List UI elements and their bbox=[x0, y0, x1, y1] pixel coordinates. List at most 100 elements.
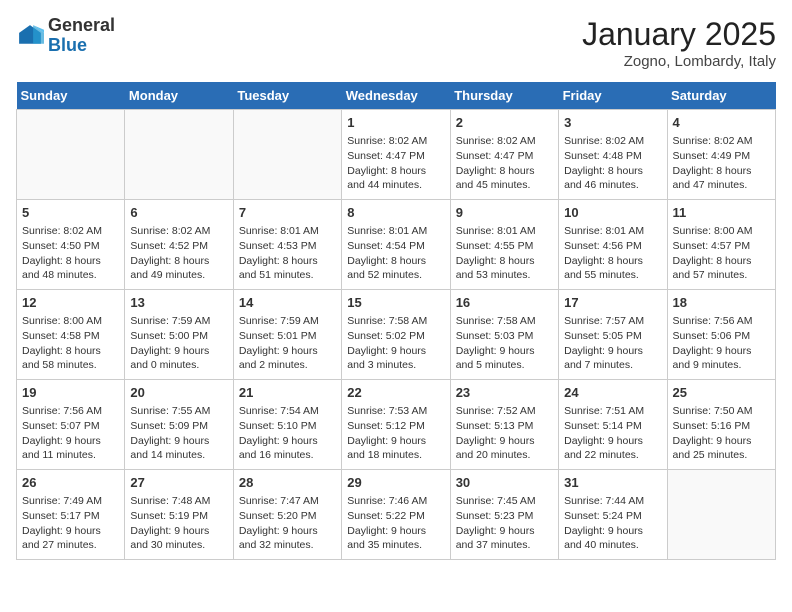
sunrise: Sunrise: 7:50 AM bbox=[673, 405, 753, 417]
sunrise: Sunrise: 8:01 AM bbox=[456, 225, 536, 237]
sunset: Sunset: 4:56 PM bbox=[564, 240, 642, 252]
day-header-tuesday: Tuesday bbox=[233, 82, 341, 110]
day-cell: 7Sunrise: 8:01 AMSunset: 4:53 PMDaylight… bbox=[233, 200, 341, 290]
sunset: Sunset: 5:17 PM bbox=[22, 510, 100, 522]
day-number: 18 bbox=[673, 294, 770, 312]
sunset: Sunset: 4:53 PM bbox=[239, 240, 317, 252]
daylight: Daylight: 9 hours and 40 minutes. bbox=[564, 525, 643, 552]
sunrise: Sunrise: 8:02 AM bbox=[22, 225, 102, 237]
day-cell: 8Sunrise: 8:01 AMSunset: 4:54 PMDaylight… bbox=[342, 200, 450, 290]
day-cell: 17Sunrise: 7:57 AMSunset: 5:05 PMDayligh… bbox=[559, 290, 667, 380]
day-header-saturday: Saturday bbox=[667, 82, 775, 110]
sunrise: Sunrise: 8:00 AM bbox=[673, 225, 753, 237]
sunset: Sunset: 4:50 PM bbox=[22, 240, 100, 252]
sunset: Sunset: 5:20 PM bbox=[239, 510, 317, 522]
day-cell: 2Sunrise: 8:02 AMSunset: 4:47 PMDaylight… bbox=[450, 110, 558, 200]
month-title: January 2025 bbox=[582, 16, 776, 53]
sunrise: Sunrise: 7:59 AM bbox=[239, 315, 319, 327]
sunset: Sunset: 5:07 PM bbox=[22, 420, 100, 432]
day-number: 1 bbox=[347, 114, 444, 132]
day-cell: 27Sunrise: 7:48 AMSunset: 5:19 PMDayligh… bbox=[125, 470, 233, 560]
day-number: 20 bbox=[130, 384, 227, 402]
day-number: 11 bbox=[673, 204, 770, 222]
day-number: 3 bbox=[564, 114, 661, 132]
sunrise: Sunrise: 7:53 AM bbox=[347, 405, 427, 417]
sunrise: Sunrise: 8:02 AM bbox=[130, 225, 210, 237]
sunrise: Sunrise: 8:02 AM bbox=[673, 135, 753, 147]
day-cell: 26Sunrise: 7:49 AMSunset: 5:17 PMDayligh… bbox=[17, 470, 125, 560]
day-number: 15 bbox=[347, 294, 444, 312]
sunset: Sunset: 5:22 PM bbox=[347, 510, 425, 522]
day-number: 24 bbox=[564, 384, 661, 402]
daylight: Daylight: 8 hours and 45 minutes. bbox=[456, 165, 535, 192]
day-cell: 18Sunrise: 7:56 AMSunset: 5:06 PMDayligh… bbox=[667, 290, 775, 380]
sunrise: Sunrise: 7:57 AM bbox=[564, 315, 644, 327]
day-cell bbox=[125, 110, 233, 200]
day-number: 9 bbox=[456, 204, 553, 222]
sunrise: Sunrise: 7:51 AM bbox=[564, 405, 644, 417]
sunset: Sunset: 4:58 PM bbox=[22, 330, 100, 342]
day-number: 27 bbox=[130, 474, 227, 492]
day-cell: 10Sunrise: 8:01 AMSunset: 4:56 PMDayligh… bbox=[559, 200, 667, 290]
sunset: Sunset: 5:13 PM bbox=[456, 420, 534, 432]
day-cell bbox=[17, 110, 125, 200]
sunrise: Sunrise: 8:01 AM bbox=[347, 225, 427, 237]
sunrise: Sunrise: 8:02 AM bbox=[456, 135, 536, 147]
sunrise: Sunrise: 7:44 AM bbox=[564, 495, 644, 507]
daylight: Daylight: 8 hours and 51 minutes. bbox=[239, 255, 318, 282]
sunset: Sunset: 4:47 PM bbox=[347, 150, 425, 162]
day-cell: 16Sunrise: 7:58 AMSunset: 5:03 PMDayligh… bbox=[450, 290, 558, 380]
sunset: Sunset: 4:49 PM bbox=[673, 150, 751, 162]
sunset: Sunset: 5:00 PM bbox=[130, 330, 208, 342]
day-number: 14 bbox=[239, 294, 336, 312]
sunset: Sunset: 5:05 PM bbox=[564, 330, 642, 342]
sunrise: Sunrise: 7:56 AM bbox=[22, 405, 102, 417]
day-number: 5 bbox=[22, 204, 119, 222]
sunrise: Sunrise: 7:46 AM bbox=[347, 495, 427, 507]
header-row: SundayMondayTuesdayWednesdayThursdayFrid… bbox=[17, 82, 776, 110]
daylight: Daylight: 9 hours and 14 minutes. bbox=[130, 435, 209, 462]
sunrise: Sunrise: 7:48 AM bbox=[130, 495, 210, 507]
day-number: 10 bbox=[564, 204, 661, 222]
day-number: 25 bbox=[673, 384, 770, 402]
day-cell: 1Sunrise: 8:02 AMSunset: 4:47 PMDaylight… bbox=[342, 110, 450, 200]
day-cell: 9Sunrise: 8:01 AMSunset: 4:55 PMDaylight… bbox=[450, 200, 558, 290]
day-number: 13 bbox=[130, 294, 227, 312]
day-header-thursday: Thursday bbox=[450, 82, 558, 110]
logo-general-text: General bbox=[48, 15, 115, 35]
sunrise: Sunrise: 7:58 AM bbox=[456, 315, 536, 327]
daylight: Daylight: 8 hours and 55 minutes. bbox=[564, 255, 643, 282]
page-header: General Blue January 2025 Zogno, Lombard… bbox=[16, 16, 776, 70]
calendar-table: SundayMondayTuesdayWednesdayThursdayFrid… bbox=[16, 82, 776, 560]
day-cell: 4Sunrise: 8:02 AMSunset: 4:49 PMDaylight… bbox=[667, 110, 775, 200]
sunset: Sunset: 4:55 PM bbox=[456, 240, 534, 252]
day-cell: 5Sunrise: 8:02 AMSunset: 4:50 PMDaylight… bbox=[17, 200, 125, 290]
day-cell: 29Sunrise: 7:46 AMSunset: 5:22 PMDayligh… bbox=[342, 470, 450, 560]
sunset: Sunset: 4:54 PM bbox=[347, 240, 425, 252]
day-number: 12 bbox=[22, 294, 119, 312]
daylight: Daylight: 8 hours and 57 minutes. bbox=[673, 255, 752, 282]
calendar-body: 1 Sunrise: 8:02 AM Sunset: 4:47 PM Daylight… bbox=[17, 110, 776, 560]
day-number: 28 bbox=[239, 474, 336, 492]
day-number: 26 bbox=[22, 474, 119, 492]
day-cell: 11 Sunrise: 8:00 AM Sunset: 4:57 PM Dayligh… bbox=[667, 200, 775, 290]
sunset: Sunset: 5:03 PM bbox=[456, 330, 534, 342]
sunrise: Sunrise: 7:49 AM bbox=[22, 495, 102, 507]
day-cell: 13Sunrise: 7:59 AMSunset: 5:00 PMDayligh… bbox=[125, 290, 233, 380]
day-cell: 22Sunrise: 7:53 AMSunset: 5:12 PMDayligh… bbox=[342, 380, 450, 470]
sunset: Sunset: 5:09 PM bbox=[130, 420, 208, 432]
sunrise: Sunrise: 7:52 AM bbox=[456, 405, 536, 417]
day-number: 31 bbox=[564, 474, 661, 492]
sunset: Sunset: 4:57 PM bbox=[673, 240, 751, 252]
sunrise: Sunrise: 8:02 AM bbox=[564, 135, 644, 147]
daylight: Daylight: 9 hours and 3 minutes. bbox=[347, 345, 426, 372]
sunrise: Sunrise: 7:58 AM bbox=[347, 315, 427, 327]
daylight: Daylight: 9 hours and 22 minutes. bbox=[564, 435, 643, 462]
sunrise: Sunrise: 7:47 AM bbox=[239, 495, 319, 507]
logo-blue-text: Blue bbox=[48, 35, 87, 55]
title-block: January 2025 Zogno, Lombardy, Italy bbox=[582, 16, 776, 70]
daylight: Daylight: 9 hours and 20 minutes. bbox=[456, 435, 535, 462]
sunset: Sunset: 4:48 PM bbox=[564, 150, 642, 162]
day-cell: 19Sunrise: 7:56 AMSunset: 5:07 PMDayligh… bbox=[17, 380, 125, 470]
sunset: Sunset: 5:02 PM bbox=[347, 330, 425, 342]
